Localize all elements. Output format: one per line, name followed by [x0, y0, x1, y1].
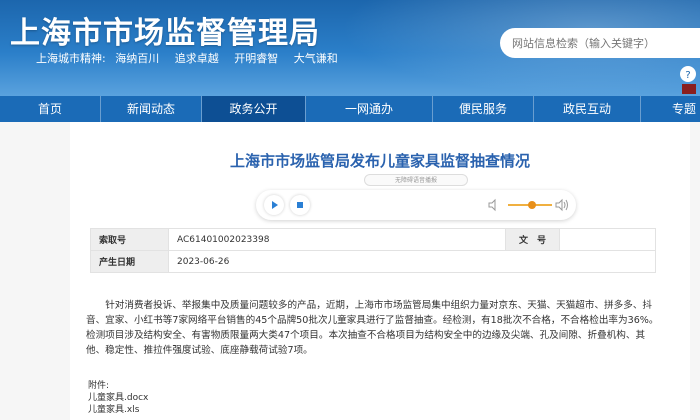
- page-background: 上海市市场监管局发布儿童家具监督抽查情况 无障碍语音播报 索取号 AC61401…: [0, 122, 700, 420]
- player-controls: [256, 190, 576, 220]
- slogan-item: 海纳百川: [115, 52, 160, 65]
- nav-item-public-service[interactable]: 便民服务: [433, 96, 533, 122]
- player-label: 无障碍语音播报: [364, 174, 468, 186]
- nav-item-home[interactable]: 首页: [0, 96, 100, 122]
- play-icon: [272, 201, 278, 209]
- search-input[interactable]: [512, 34, 692, 52]
- nav-item-online-service[interactable]: 一网通办: [306, 96, 432, 122]
- site-search: [500, 28, 700, 58]
- table-row: 索取号 AC61401002023398 文 号: [90, 228, 656, 251]
- city-slogan: 上海城市精神: 海纳百川 追求卓越 开明睿智 大气谦和: [36, 50, 350, 66]
- svg-text:?: ?: [685, 70, 690, 81]
- doc-number-label: 文 号: [505, 228, 560, 251]
- attachment-link-xls[interactable]: 儿童家具.xls: [88, 404, 148, 416]
- stop-button[interactable]: [290, 195, 310, 215]
- attachments-label: 附件:: [88, 381, 110, 391]
- nav-item-government-affairs[interactable]: 政务公开: [202, 96, 305, 122]
- date-label: 产生日期: [90, 250, 169, 273]
- site-title[interactable]: 上海市市场监督管理局: [10, 8, 320, 52]
- table-row: 产生日期 2023-06-26: [90, 250, 656, 273]
- stop-icon: [297, 202, 303, 208]
- nav-item-news[interactable]: 新闻动态: [101, 96, 201, 122]
- nav-item-interaction[interactable]: 政民互动: [534, 96, 640, 122]
- main-nav: 首页 新闻动态 政务公开 一网通办 便民服务 政民互动 专题: [0, 96, 700, 122]
- article-title: 上海市市场监管局发布儿童家具监督抽查情况: [229, 152, 530, 170]
- document-meta-table: 索取号 AC61401002023398 文 号 产生日期 2023-06-26: [90, 228, 656, 273]
- index-label: 索取号: [90, 228, 169, 251]
- volume-slider-handle[interactable]: [528, 201, 537, 209]
- nav-item-topics[interactable]: 专题: [641, 96, 700, 122]
- article-card: 上海市市场监管局发布儿童家具监督抽查情况 无障碍语音播报 索取号 AC61401…: [70, 122, 690, 420]
- doc-number-value: [559, 228, 656, 251]
- play-button[interactable]: [264, 195, 284, 215]
- index-value: AC61401002023398: [168, 228, 506, 251]
- help-mascot-icon[interactable]: ?: [676, 64, 700, 96]
- slogan-prefix: 上海城市精神:: [36, 52, 106, 65]
- date-value: 2023-06-26: [168, 250, 656, 273]
- site-header: 上海市市场监督管理局 上海城市精神: 海纳百川 追求卓越 开明睿智 大气谦和 ?: [0, 0, 700, 96]
- audio-player: 无障碍语音播报: [256, 174, 576, 220]
- volume-high-icon[interactable]: [554, 197, 570, 213]
- article-body: 针对消费者投诉、举报集中及质量问题较多的产品，近期，上海市市场监管局集中组织力量…: [86, 300, 659, 356]
- slogan-item: 开明睿智: [234, 52, 279, 65]
- slogan-item: 追求卓越: [174, 52, 219, 65]
- attachments: 附件: 儿童家具.docx 儿童家具.xls: [88, 380, 148, 416]
- slogan-item: 大气谦和: [293, 52, 338, 65]
- volume-low-icon[interactable]: [486, 197, 502, 213]
- attachment-link-docx[interactable]: 儿童家具.docx: [88, 392, 148, 404]
